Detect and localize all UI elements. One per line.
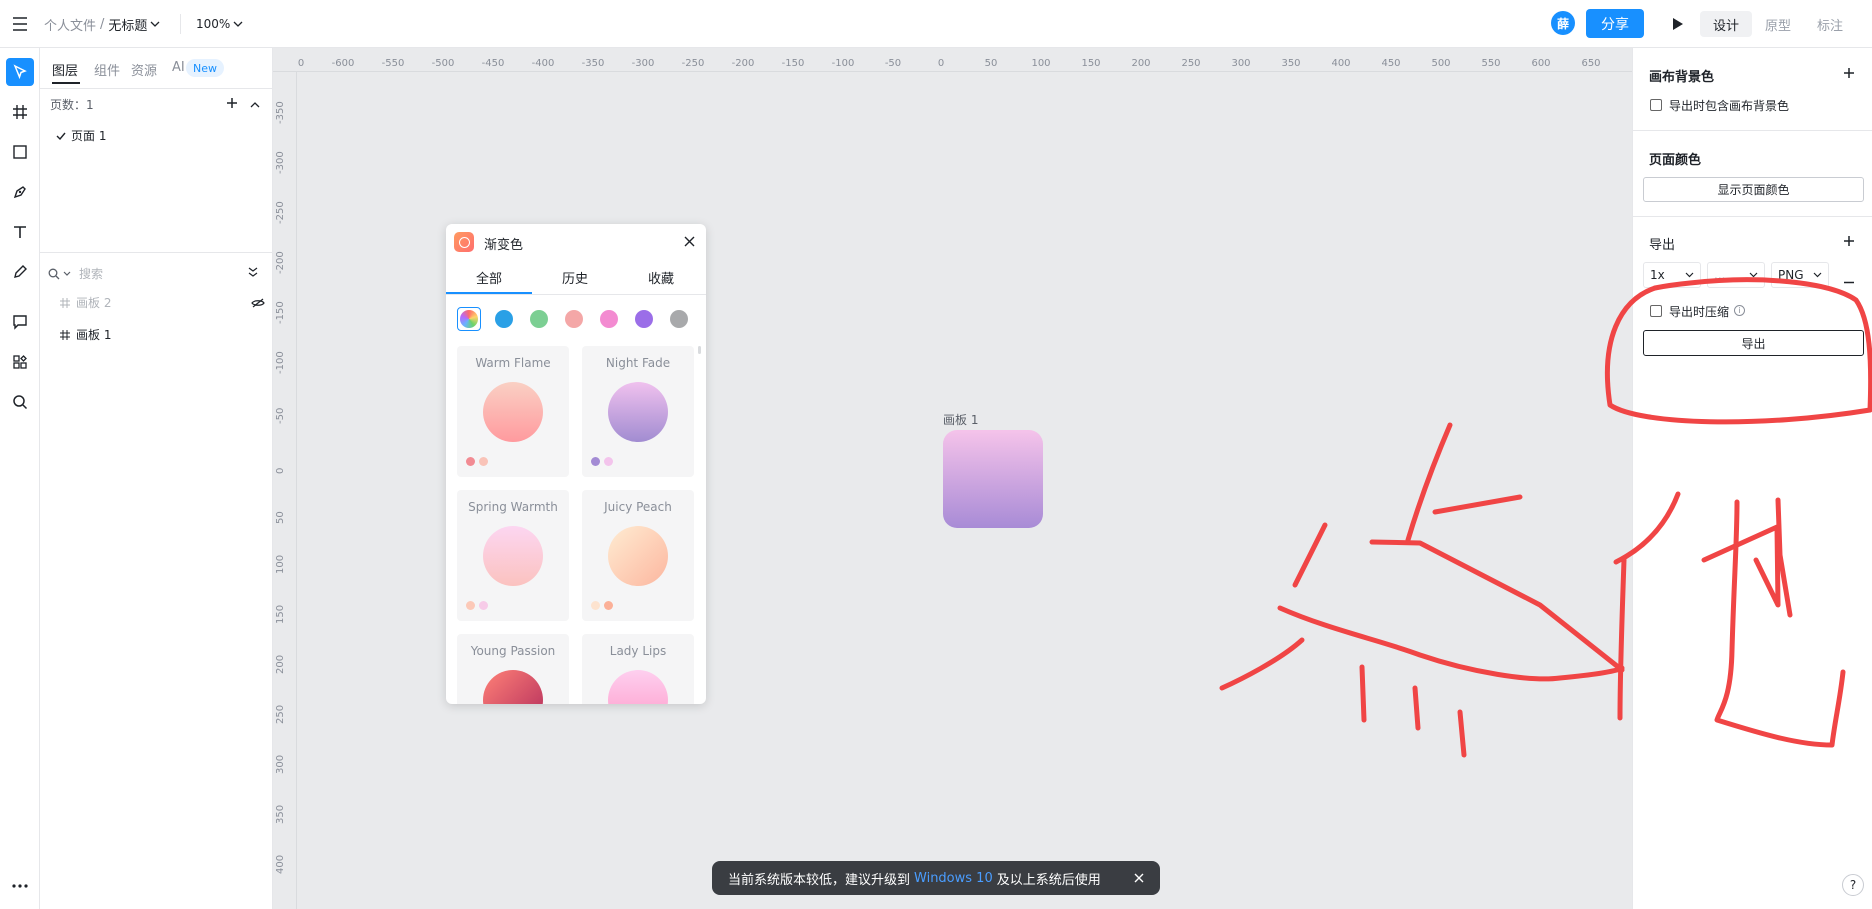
stroke [1432, 494, 1523, 515]
toast-highlight[interactable]: Windows 10 [914, 871, 993, 886]
stroke [1412, 685, 1421, 731]
toast-text-after: 及以上系统后使用 [996, 872, 1101, 888]
stroke [1277, 605, 1625, 682]
stroke [1292, 522, 1328, 588]
stroke [1219, 637, 1305, 691]
annotation-strokes [1219, 277, 1872, 758]
stroke [1457, 709, 1467, 758]
toast-text: 当前系统版本较低，建议升级到 [728, 872, 911, 888]
stroke [1701, 524, 1781, 608]
circle-stroke [1652, 277, 1872, 413]
circle-stroke [1604, 285, 1872, 425]
upgrade-toast: 当前系统版本较低，建议升级到 Windows 10 及以上系统后使用 [712, 861, 1160, 895]
stroke [1617, 557, 1627, 721]
stroke [1613, 491, 1681, 565]
stroke [1359, 664, 1367, 723]
close-icon[interactable] [1134, 873, 1144, 883]
stroke [1405, 422, 1453, 543]
